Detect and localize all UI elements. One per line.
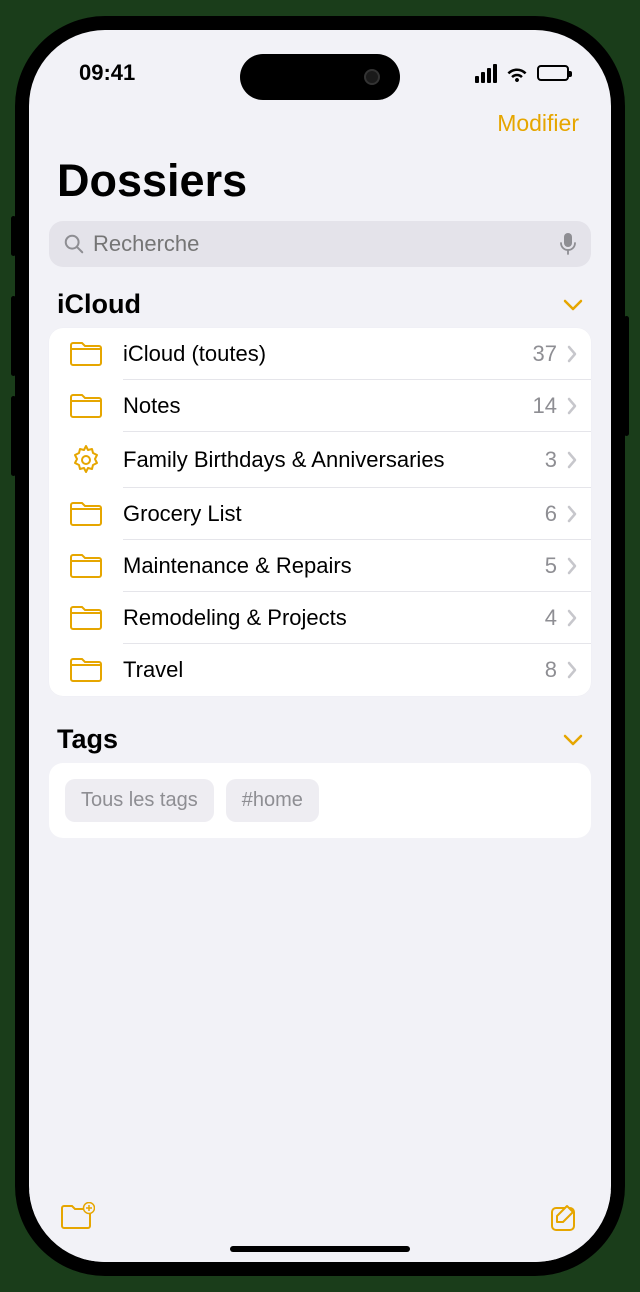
chevron-down-icon <box>563 299 583 311</box>
folder-row[interactable]: Maintenance & Repairs5 <box>49 540 591 592</box>
chevron-down-icon <box>563 734 583 746</box>
phone-frame: 09:41 Modifier Dossiers iCloud iCloud <box>15 16 625 1276</box>
chevron-right-icon <box>567 397 577 415</box>
folder-icon <box>65 340 107 368</box>
gear-icon <box>65 444 107 476</box>
folder-list: iCloud (toutes)37Notes14Family Birthdays… <box>49 328 591 696</box>
section-header-icloud[interactable]: iCloud <box>49 289 591 328</box>
chevron-right-icon <box>567 661 577 679</box>
battery-icon <box>537 65 569 81</box>
tag-pill[interactable]: #home <box>226 779 319 822</box>
search-input[interactable] <box>93 231 551 257</box>
section-title: Tags <box>57 724 118 755</box>
wifi-icon <box>505 64 529 82</box>
tag-pill[interactable]: Tous les tags <box>65 779 214 822</box>
folder-icon <box>65 604 107 632</box>
folder-name: Travel <box>123 657 545 683</box>
chevron-right-icon <box>567 557 577 575</box>
chevron-right-icon <box>567 345 577 363</box>
screen: 09:41 Modifier Dossiers iCloud iCloud <box>29 30 611 1262</box>
folder-count: 8 <box>545 657 557 683</box>
new-folder-icon[interactable] <box>59 1202 95 1232</box>
folder-name: Remodeling & Projects <box>123 605 545 631</box>
compose-icon[interactable] <box>549 1202 581 1234</box>
microphone-icon[interactable] <box>559 232 577 256</box>
folder-row[interactable]: Travel8 <box>49 644 591 696</box>
folder-icon <box>65 552 107 580</box>
folder-name: Grocery List <box>123 501 545 527</box>
chevron-right-icon <box>567 451 577 469</box>
page-title: Dossiers <box>49 155 591 207</box>
folder-row[interactable]: Family Birthdays & Anniversaries3 <box>49 432 591 488</box>
dynamic-island <box>240 54 400 100</box>
folder-icon <box>65 500 107 528</box>
folder-count: 4 <box>545 605 557 631</box>
folder-row[interactable]: iCloud (toutes)37 <box>49 328 591 380</box>
folder-count: 14 <box>533 393 557 419</box>
folder-row[interactable]: Grocery List6 <box>49 488 591 540</box>
folder-count: 5 <box>545 553 557 579</box>
home-indicator[interactable] <box>230 1246 410 1252</box>
search-icon <box>63 233 85 255</box>
section-title: iCloud <box>57 289 141 320</box>
folder-name: iCloud (toutes) <box>123 341 533 367</box>
tags-list: Tous les tags #home <box>49 763 591 838</box>
folder-count: 37 <box>533 341 557 367</box>
folder-name: Maintenance & Repairs <box>123 553 545 579</box>
search-bar[interactable] <box>49 221 591 267</box>
section-header-tags[interactable]: Tags <box>49 724 591 763</box>
folder-count: 6 <box>545 501 557 527</box>
folder-count: 3 <box>545 447 557 473</box>
folder-name: Notes <box>123 393 533 419</box>
chevron-right-icon <box>567 505 577 523</box>
folder-icon <box>65 656 107 684</box>
edit-button[interactable]: Modifier <box>497 110 579 137</box>
folder-icon <box>65 392 107 420</box>
chevron-right-icon <box>567 609 577 627</box>
status-time: 09:41 <box>79 60 135 86</box>
folder-name: Family Birthdays & Anniversaries <box>123 447 545 473</box>
cellular-icon <box>475 64 497 83</box>
folder-row[interactable]: Remodeling & Projects4 <box>49 592 591 644</box>
folder-row[interactable]: Notes14 <box>49 380 591 432</box>
